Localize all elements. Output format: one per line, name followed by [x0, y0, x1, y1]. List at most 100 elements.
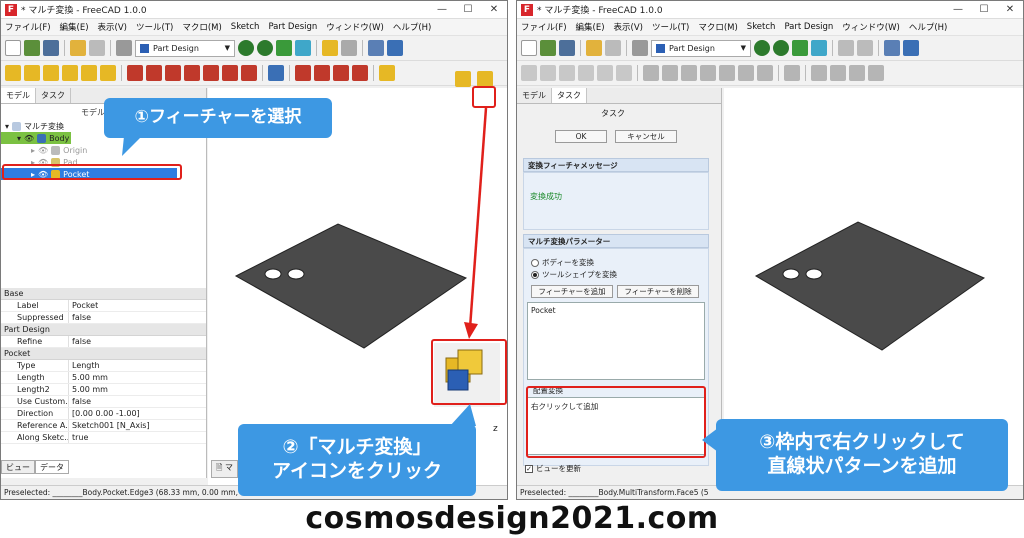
redo-icon[interactable]: [89, 40, 105, 56]
expand-arrow-icon[interactable]: ▾: [17, 134, 21, 143]
menu-sketch[interactable]: Sketch: [231, 22, 260, 32]
prop-row[interactable]: Label Pocket: [1, 300, 206, 312]
scaled-icon[interactable]: [477, 71, 493, 87]
radio-selected-icon[interactable]: [531, 270, 539, 279]
list-item[interactable]: Pocket: [531, 306, 701, 315]
subtractive-helix-icon[interactable]: [222, 65, 238, 81]
view-cube-icon[interactable]: [276, 40, 292, 56]
radio-transform-tool[interactable]: ツールシェイプを変換: [531, 269, 617, 280]
eye-icon[interactable]: 👁: [24, 134, 34, 143]
thickness-icon[interactable]: [352, 65, 368, 81]
ok-button[interactable]: OK: [555, 130, 607, 143]
feature-list[interactable]: Pocket: [527, 302, 705, 380]
open-file-icon[interactable]: [540, 40, 556, 56]
prop-value[interactable]: Pocket: [69, 300, 98, 311]
menu-macro[interactable]: マクロ(M): [698, 21, 737, 33]
update-view-checkbox[interactable]: ✓ ビューを更新: [525, 463, 581, 474]
save-icon[interactable]: [43, 40, 59, 56]
open-file-icon[interactable]: [24, 40, 40, 56]
tab-model[interactable]: モデル: [517, 88, 552, 103]
cancel-button[interactable]: キャンセル: [615, 130, 677, 143]
zoom-fit-icon[interactable]: [238, 40, 254, 56]
tab-task[interactable]: タスク: [552, 88, 587, 103]
tree-item-body[interactable]: ▾ 👁 Body: [1, 132, 71, 144]
minimize-icon[interactable]: —: [945, 4, 971, 15]
undo-icon[interactable]: [70, 40, 86, 56]
tab-data[interactable]: データ: [35, 460, 69, 474]
groove-icon[interactable]: [165, 65, 181, 81]
menu-window[interactable]: ウィンドウ(W): [842, 21, 900, 33]
close-icon[interactable]: ✕: [481, 4, 507, 15]
chamfer-icon[interactable]: [314, 65, 330, 81]
menu-help[interactable]: ヘルプ(H): [393, 21, 432, 33]
prop-row[interactable]: Length2 5.00 mm: [1, 384, 206, 396]
menu-edit[interactable]: 編集(E): [60, 21, 89, 33]
document-tab-icon[interactable]: 🗎 マ: [211, 460, 238, 478]
expand-arrow-icon[interactable]: ▾: [5, 122, 9, 131]
add-feature-button[interactable]: フィーチャーを追加: [531, 285, 613, 298]
menu-help[interactable]: ヘルプ(H): [909, 21, 948, 33]
menu-file[interactable]: ファイル(F): [5, 21, 51, 33]
menu-tools[interactable]: ツール(T): [652, 21, 689, 33]
remove-feature-button[interactable]: フィーチャーを削除: [617, 285, 699, 298]
minimize-icon[interactable]: —: [429, 4, 455, 15]
menu-part-design[interactable]: Part Design: [268, 22, 317, 32]
helix-icon[interactable]: [81, 65, 97, 81]
prop-row[interactable]: Reference A... Sketch001 [N_Axis]: [1, 420, 206, 432]
revolution-icon[interactable]: [24, 65, 40, 81]
prop-row[interactable]: Refine false: [1, 336, 206, 348]
tab-model[interactable]: モデル: [1, 88, 36, 103]
link-icon[interactable]: [857, 40, 873, 56]
refresh-icon[interactable]: [632, 40, 648, 56]
body-icon[interactable]: [387, 40, 403, 56]
pad-icon[interactable]: [5, 65, 21, 81]
prop-value[interactable]: Length: [69, 360, 100, 371]
measure-icon[interactable]: [295, 40, 311, 56]
prop-value[interactable]: 5.00 mm: [69, 384, 108, 395]
menu-window[interactable]: ウィンドウ(W): [326, 21, 384, 33]
whats-this-icon[interactable]: [368, 40, 384, 56]
prop-row[interactable]: Direction [0.00 0.00 -1.00]: [1, 408, 206, 420]
fillet-icon[interactable]: [295, 65, 311, 81]
expand-arrow-icon[interactable]: ▸: [31, 146, 35, 155]
new-file-icon[interactable]: [5, 40, 21, 56]
menu-file[interactable]: ファイル(F): [521, 21, 567, 33]
tab-view[interactable]: ビュー: [1, 460, 35, 474]
workbench-selector[interactable]: Part Design ▼: [651, 39, 751, 57]
body-icon[interactable]: [903, 40, 919, 56]
prop-value[interactable]: false: [69, 312, 91, 323]
additive-primitive-icon[interactable]: [100, 65, 116, 81]
refresh-icon[interactable]: [116, 40, 132, 56]
prop-row[interactable]: Along Sketc... true: [1, 432, 206, 444]
redo-icon[interactable]: [605, 40, 621, 56]
tree-item-origin[interactable]: ▸ 👁 Origin: [1, 144, 206, 156]
prop-row[interactable]: Type Length: [1, 360, 206, 372]
maximize-icon[interactable]: ☐: [455, 4, 481, 15]
save-icon[interactable]: [559, 40, 575, 56]
menu-view[interactable]: 表示(V): [614, 21, 643, 33]
whats-this-icon[interactable]: [884, 40, 900, 56]
eye-icon[interactable]: 👁: [38, 146, 48, 155]
close-icon[interactable]: ✕: [997, 4, 1023, 15]
radio-transform-body[interactable]: ボディーを変換: [531, 257, 594, 268]
tab-task[interactable]: タスク: [36, 88, 71, 103]
menu-tools[interactable]: ツール(T): [136, 21, 173, 33]
part-icon[interactable]: [322, 40, 338, 56]
new-file-icon[interactable]: [521, 40, 537, 56]
loft-icon[interactable]: [43, 65, 59, 81]
maximize-icon[interactable]: ☐: [971, 4, 997, 15]
zoom-selection-icon[interactable]: [773, 40, 789, 56]
zoom-selection-icon[interactable]: [257, 40, 273, 56]
hole-icon[interactable]: [146, 65, 162, 81]
view-cube-icon[interactable]: [792, 40, 808, 56]
menu-part-design[interactable]: Part Design: [784, 22, 833, 32]
menu-edit[interactable]: 編集(E): [576, 21, 605, 33]
pipe-icon[interactable]: [62, 65, 78, 81]
part-icon[interactable]: [838, 40, 854, 56]
measure-icon[interactable]: [811, 40, 827, 56]
zoom-fit-icon[interactable]: [754, 40, 770, 56]
link-icon[interactable]: [341, 40, 357, 56]
draft-icon[interactable]: [333, 65, 349, 81]
mirrored-icon[interactable]: [379, 65, 395, 81]
prop-value[interactable]: false: [69, 396, 91, 407]
